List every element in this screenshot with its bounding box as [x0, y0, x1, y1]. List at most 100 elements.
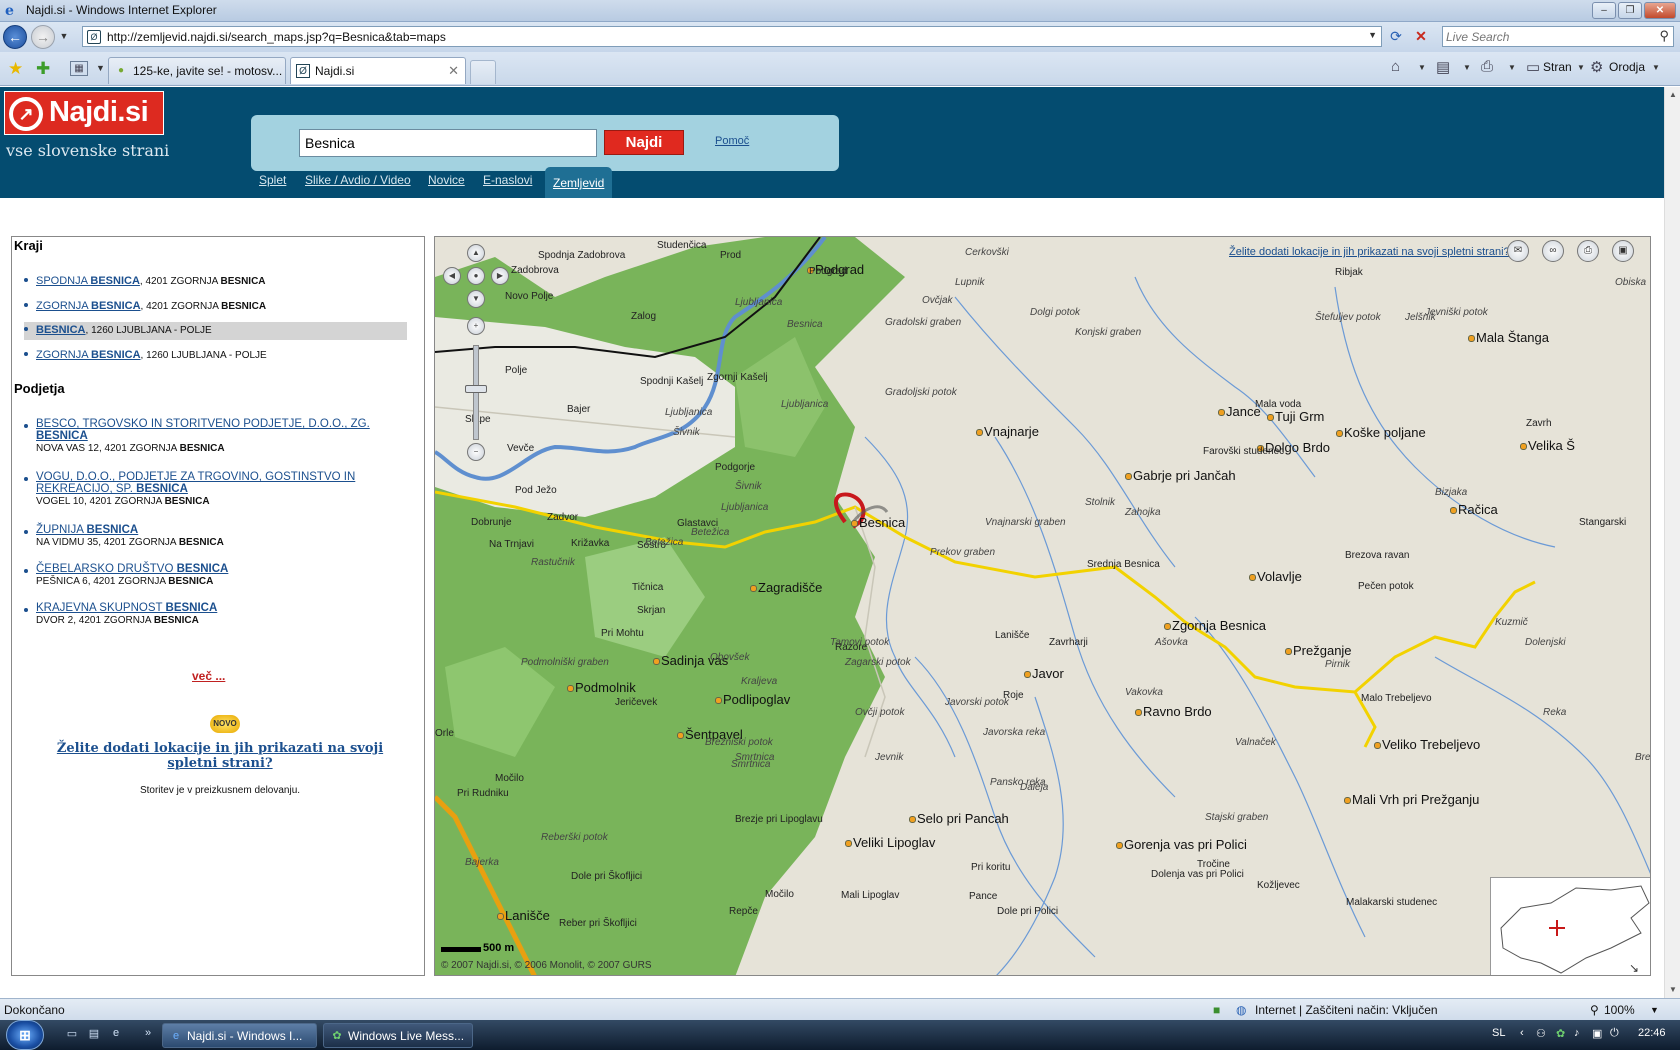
- company-link[interactable]: VOGU, D.O.O., PODJETJE ZA TRGOVINO, GOST…: [36, 471, 355, 495]
- pan-right-icon[interactable]: ▶: [491, 267, 509, 285]
- tab-novice[interactable]: Novice: [428, 173, 465, 187]
- scroll-down-icon[interactable]: ▼: [1665, 982, 1680, 998]
- tab-e-naslovi[interactable]: E-naslovi: [483, 173, 532, 187]
- print-icon[interactable]: ⎙: [1481, 58, 1493, 75]
- close-window-button[interactable]: ✕: [1644, 2, 1676, 19]
- pan-left-icon[interactable]: ◀: [443, 267, 461, 285]
- feeds-dropdown-icon[interactable]: ▼: [1463, 63, 1471, 72]
- switch-windows-icon[interactable]: ▤: [86, 1027, 102, 1043]
- company-link[interactable]: BESCO, TRGOVSKO IN STORITVENO PODJETJE, …: [36, 418, 370, 442]
- favorites-star-icon[interactable]: ★: [8, 59, 23, 79]
- tray-messenger-icon[interactable]: ✿: [1556, 1027, 1565, 1040]
- language-indicator[interactable]: SL: [1492, 1027, 1505, 1039]
- start-button-icon[interactable]: ⊞: [6, 1020, 44, 1050]
- company-link[interactable]: KRAJEVNA SKUPNOST BESNICA: [36, 602, 217, 614]
- zoom-slider-thumb[interactable]: [465, 385, 487, 393]
- overview-minimap[interactable]: ↘: [1490, 877, 1650, 975]
- zone-text[interactable]: Internet | Zaščiteni način: Vključen: [1255, 1003, 1438, 1017]
- tab-najdi[interactable]: Ø Najdi.si ✕: [290, 57, 466, 84]
- tray-network-icon[interactable]: ⚇: [1536, 1027, 1546, 1040]
- tab-slike-avdio-video[interactable]: Slike / Avdio / Video: [305, 173, 411, 187]
- back-button[interactable]: ←: [3, 25, 27, 49]
- help-link[interactable]: Pomoč: [715, 135, 749, 147]
- tab-splet[interactable]: Splet: [259, 173, 286, 187]
- kraj-link[interactable]: ZGORNJA BESNICA: [36, 300, 141, 312]
- pan-down-icon[interactable]: ▼: [467, 290, 485, 308]
- home-dropdown-icon[interactable]: ▼: [1418, 63, 1426, 72]
- taskbar-ie-button[interactable]: e Najdi.si - Windows I...: [162, 1023, 317, 1048]
- more-link[interactable]: več ...: [192, 669, 225, 683]
- najdi-search-button[interactable]: Najdi: [604, 130, 684, 155]
- link-map-icon[interactable]: ∞: [1542, 240, 1564, 262]
- tools-menu-dropdown-icon[interactable]: ▼: [1652, 63, 1660, 72]
- najdi-logo[interactable]: ↗ Najdi.si: [4, 91, 164, 135]
- tray-power-icon[interactable]: ⏻: [1610, 1027, 1619, 1040]
- tray-arrow-icon[interactable]: ‹: [1520, 1027, 1524, 1039]
- promo-link[interactable]: Želite dodati lokacije in jih prikazati …: [36, 741, 404, 771]
- tab-list-dropdown-icon[interactable]: ▼: [96, 63, 105, 73]
- live-search-field[interactable]: ⚲: [1442, 26, 1674, 47]
- stop-icon[interactable]: ✕: [1411, 28, 1431, 46]
- new-tab-button[interactable]: [470, 60, 496, 84]
- tab-zemljevid[interactable]: Zemljevid: [545, 167, 613, 198]
- quicklaunch-ie-icon[interactable]: e: [108, 1027, 124, 1043]
- pan-center-icon[interactable]: ●: [467, 267, 485, 285]
- minimize-button[interactable]: –: [1592, 2, 1616, 19]
- clock[interactable]: 22:46: [1638, 1027, 1666, 1039]
- query-input[interactable]: [299, 129, 597, 157]
- company-link[interactable]: ŽUPNIJA BESNICA: [36, 524, 138, 536]
- company-item[interactable]: ŽUPNIJA BESNICA NA VIDMU 35, 4201 ZGORNJ…: [24, 524, 404, 548]
- quicklaunch-more-icon[interactable]: »: [140, 1027, 156, 1043]
- print-map-icon[interactable]: ⎙: [1577, 240, 1599, 262]
- zoom-dropdown-icon[interactable]: ▼: [1650, 1005, 1659, 1015]
- history-dropdown-icon[interactable]: ▼: [58, 25, 70, 49]
- kraj-item[interactable]: ZGORNJA BESNICA, 1260 LJUBLJANA - POLJE: [24, 347, 407, 365]
- url-field[interactable]: Ø http://zemljevid.najdi.si/search_maps.…: [82, 26, 1382, 47]
- quick-tabs-icon[interactable]: ▦: [70, 61, 88, 76]
- page-menu-button[interactable]: Stran: [1543, 60, 1572, 74]
- page-scrollbar[interactable]: ▲ ▼: [1664, 87, 1680, 998]
- pan-up-icon[interactable]: ▲: [467, 244, 485, 262]
- tools-menu-button[interactable]: Orodja: [1609, 60, 1645, 74]
- company-item[interactable]: KRAJEVNA SKUPNOST BESNICA DVOR 2, 4201 Z…: [24, 602, 404, 626]
- tray-display-icon[interactable]: ▣: [1592, 1027, 1602, 1040]
- url-text[interactable]: http://zemljevid.najdi.si/search_maps.js…: [107, 30, 446, 44]
- map-place-label: Tuji Grm: [1266, 409, 1325, 424]
- maximize-button[interactable]: ❐: [1618, 2, 1642, 19]
- zoom-out-icon[interactable]: −: [467, 443, 485, 461]
- scroll-up-icon[interactable]: ▲: [1665, 87, 1680, 103]
- promo-subtext: Storitev je v preizkusnem delovanju.: [139, 785, 301, 796]
- kraj-link[interactable]: BESNICA: [36, 324, 86, 336]
- kraj-item[interactable]: ZGORNJA BESNICA, 4201 ZGORNJA BESNICA: [24, 298, 407, 316]
- zoom-level[interactable]: 100%: [1604, 1003, 1635, 1017]
- kraj-link[interactable]: SPODNJA BESNICA: [36, 275, 140, 287]
- close-tab-icon[interactable]: ✕: [448, 63, 459, 79]
- zoom-in-icon[interactable]: +: [467, 317, 485, 335]
- email-map-icon[interactable]: ✉: [1507, 240, 1529, 262]
- feeds-icon[interactable]: ▤: [1436, 58, 1450, 76]
- company-link[interactable]: ČEBELARSKO DRUŠTVO BESNICA: [36, 563, 228, 575]
- company-item[interactable]: VOGU, D.O.O., PODJETJE ZA TRGOVINO, GOST…: [24, 471, 404, 507]
- kraj-link[interactable]: ZGORNJA BESNICA: [36, 349, 141, 361]
- print-dropdown-icon[interactable]: ▼: [1508, 63, 1516, 72]
- forward-button[interactable]: →: [31, 25, 55, 49]
- tray-volume-icon[interactable]: ♪: [1574, 1027, 1580, 1039]
- map-locality-label: Pečen potok: [1358, 581, 1414, 592]
- live-search-input[interactable]: [1446, 29, 1641, 44]
- page-menu-dropdown-icon[interactable]: ▼: [1577, 63, 1585, 72]
- kraj-item-selected[interactable]: BESNICA, 1260 LJUBLJANA - POLJE: [24, 322, 407, 340]
- url-dropdown-icon[interactable]: ▼: [1368, 30, 1377, 40]
- taskbar-messenger-button[interactable]: ✿ Windows Live Mess...: [323, 1023, 473, 1048]
- refresh-icon[interactable]: ⟳: [1386, 28, 1406, 46]
- add-favorite-icon[interactable]: ✚: [36, 59, 50, 79]
- tab-motosvet[interactable]: ● 125-ke, javite se! - motosv...: [108, 57, 286, 84]
- show-desktop-icon[interactable]: ▭: [64, 1027, 80, 1043]
- map-canvas[interactable]: Podgrad Vnajnarje Jance Tuji Grm Koške polja…: [434, 236, 1651, 976]
- kraj-item[interactable]: SPODNJA BESNICA, 4201 ZGORNJA BESNICA: [24, 273, 407, 291]
- company-item[interactable]: BESCO, TRGOVSKO IN STORITVENO PODJETJE, …: [24, 418, 404, 454]
- home-icon[interactable]: ⌂: [1391, 58, 1400, 75]
- fullscreen-map-icon[interactable]: ▣: [1612, 240, 1634, 262]
- search-icon[interactable]: ⚲: [1659, 28, 1669, 44]
- company-item[interactable]: ČEBELARSKO DRUŠTVO BESNICA PEŠNICA 6, 42…: [24, 563, 404, 587]
- map-add-locations-link[interactable]: Želite dodati lokacije in jih prikazati …: [1229, 246, 1510, 258]
